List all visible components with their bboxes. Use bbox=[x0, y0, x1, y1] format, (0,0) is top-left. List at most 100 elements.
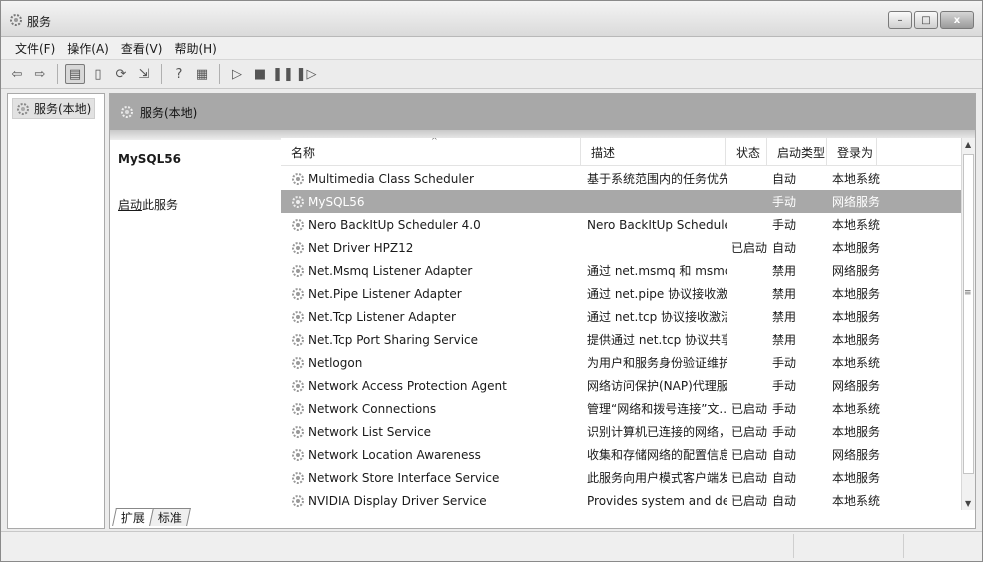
table-row[interactable]: Network Access Protection Agent 网络访问保护(NA… bbox=[281, 374, 961, 397]
minimize-button[interactable]: – bbox=[888, 11, 912, 29]
scroll-down-icon[interactable]: ▼ bbox=[965, 499, 971, 508]
table-row[interactable]: Network Location Awareness 收集和存储网络的配置信息..… bbox=[281, 443, 961, 466]
table-row[interactable]: Multimedia Class Scheduler 基于系统范围内的任务优先..… bbox=[281, 167, 961, 190]
toolbar: ⇦ ⇨ ▤ ▯ ⟳ ⇲ ? ▦ ▷ ■ ❚❚ ❚▷ bbox=[1, 59, 982, 89]
table-row[interactable]: Net.Pipe Listener Adapter 通过 net.pipe 协议接… bbox=[281, 282, 961, 305]
column-header-name[interactable]: 名称 ^ bbox=[281, 138, 581, 166]
cell-name: Nero BackItUp Scheduler 4.0 bbox=[291, 213, 581, 236]
cell-description: Nero BackItUp Scheduler ... bbox=[587, 217, 727, 232]
restart-icon[interactable]: ❚▷ bbox=[296, 64, 317, 84]
menu-bar: 文件(F) 操作(A) 查看(V) 帮助(H) bbox=[1, 37, 982, 59]
cell-logon-as: 网络服务 bbox=[832, 264, 881, 278]
status-segment bbox=[793, 534, 794, 558]
cell-name: Network Connections bbox=[291, 397, 581, 420]
cell-startup-type: 自动 bbox=[772, 494, 797, 508]
table-row[interactable]: Netlogon 为用户和服务身份验证维护... 手动 本地系统 bbox=[281, 351, 961, 374]
column-header-status[interactable]: 状态 bbox=[726, 138, 767, 166]
cell-description: Provides system and desk... bbox=[587, 493, 727, 508]
maximize-button[interactable]: □ bbox=[914, 11, 938, 29]
back-arrow-icon[interactable]: ⇦ bbox=[7, 64, 27, 84]
cell-status: 已启动 bbox=[731, 425, 767, 439]
refresh-icon[interactable]: ⟳ bbox=[111, 64, 131, 84]
forward-arrow-icon[interactable]: ⇨ bbox=[30, 64, 50, 84]
view-icon[interactable]: ▦ bbox=[192, 64, 212, 84]
column-header-description[interactable]: 描述 bbox=[581, 138, 726, 166]
services-window: 服务 – □ x 文件(F) 操作(A) 查看(V) 帮助(H) ⇦ ⇨ ▤ ▯… bbox=[0, 0, 983, 562]
cell-name: NVIDIA Display Driver Service bbox=[291, 489, 581, 510]
column-header-startup-type[interactable]: 启动类型 bbox=[767, 138, 827, 166]
menu-help[interactable]: 帮助(H) bbox=[168, 40, 222, 57]
stop-icon[interactable]: ■ bbox=[250, 64, 270, 84]
menu-action[interactable]: 操作(A) bbox=[61, 40, 115, 57]
cell-description: 通过 net.msmq 和 msmq.f... bbox=[587, 264, 727, 278]
start-service-link[interactable]: 启动此服务 bbox=[118, 196, 178, 213]
tree-item-services-local[interactable]: 服务(本地) bbox=[12, 98, 96, 119]
service-gear-icon bbox=[292, 425, 304, 438]
cell-startup-type: 禁用 bbox=[772, 287, 797, 301]
service-name: Multimedia Class Scheduler bbox=[308, 171, 474, 186]
tab-label: 标准 bbox=[157, 511, 182, 525]
cell-description: 网络访问保护(NAP)代理服务... bbox=[587, 379, 727, 393]
cell-startup-type: 手动 bbox=[772, 195, 797, 209]
cell-startup-type: 自动 bbox=[772, 471, 797, 485]
table-row[interactable]: Net.Tcp Port Sharing Service 提供通过 net.tcp… bbox=[281, 328, 961, 351]
service-name: NVIDIA Display Driver Service bbox=[308, 493, 487, 508]
cell-description: 此服务向用户模式客户端发... bbox=[587, 471, 727, 485]
properties-icon[interactable]: ▯ bbox=[88, 64, 108, 84]
toolbar-divider bbox=[57, 64, 58, 84]
service-name: Network Store Interface Service bbox=[308, 470, 500, 485]
console-tree: 服务(本地) bbox=[7, 93, 105, 529]
table-row[interactable]: Net Driver HPZ12 已启动 自动 本地服务 bbox=[281, 236, 961, 259]
table-row[interactable]: Net.Tcp Listener Adapter 通过 net.tcp 协议接收激… bbox=[281, 305, 961, 328]
menu-file[interactable]: 文件(F) bbox=[9, 40, 61, 57]
help-icon[interactable]: ? bbox=[169, 64, 189, 84]
service-name: Net Driver HPZ12 bbox=[308, 240, 414, 255]
service-gear-icon bbox=[292, 218, 304, 231]
status-bar bbox=[1, 531, 982, 561]
cell-status bbox=[731, 351, 767, 374]
service-gear-icon bbox=[292, 494, 304, 507]
cell-logon-as: 本地系统 bbox=[832, 172, 881, 186]
cell-logon-as: 本地系统 bbox=[832, 356, 881, 370]
service-gear-icon bbox=[292, 287, 304, 300]
cell-startup-type: 禁用 bbox=[772, 310, 797, 324]
service-gear-icon bbox=[292, 448, 304, 461]
cell-name: Multimedia Class Scheduler bbox=[291, 167, 581, 190]
tab-standard[interactable]: 标准 bbox=[149, 508, 191, 526]
table-row[interactable]: Network Connections 管理“网络和拨号连接”文... 已启动 手动 本… bbox=[281, 397, 961, 420]
cell-name: Net.Pipe Listener Adapter bbox=[291, 282, 581, 305]
table-row[interactable]: Network Store Interface Service 此服务向用户模式客… bbox=[281, 466, 961, 489]
cell-status bbox=[731, 374, 767, 397]
scroll-thumb[interactable] bbox=[963, 154, 974, 474]
play-icon[interactable]: ▷ bbox=[227, 64, 247, 84]
service-name: Net.Tcp Port Sharing Service bbox=[308, 332, 479, 347]
export-icon[interactable]: ⇲ bbox=[134, 64, 154, 84]
cell-description: 提供通过 net.tcp 协议共享 T... bbox=[587, 333, 727, 347]
service-detail-panel: MySQL56 启动此服务 bbox=[110, 140, 280, 510]
start-link-prefix[interactable]: 启动 bbox=[118, 198, 142, 212]
menu-view[interactable]: 查看(V) bbox=[115, 40, 169, 57]
tab-extended[interactable]: 扩展 bbox=[112, 508, 154, 526]
pause-icon[interactable]: ❚❚ bbox=[272, 64, 294, 84]
vertical-scrollbar[interactable]: ▲ ≡ ▼ bbox=[961, 138, 975, 510]
scroll-grip-icon: ≡ bbox=[964, 288, 972, 298]
table-row[interactable]: MySQL56 手动 网络服务 bbox=[281, 190, 961, 213]
cell-logon-as: 本地服务 bbox=[832, 241, 881, 255]
cell-name: Net Driver HPZ12 bbox=[291, 236, 581, 259]
service-gear-icon bbox=[292, 195, 304, 208]
close-button[interactable]: x bbox=[940, 11, 974, 29]
table-row[interactable]: Network List Service 识别计算机已连接的网络，... 已启动 手动… bbox=[281, 420, 961, 443]
cell-status: 已启动 bbox=[731, 471, 767, 485]
services-gear-icon bbox=[10, 14, 22, 26]
table-row[interactable]: Nero BackItUp Scheduler 4.0 Nero BackItUp… bbox=[281, 213, 961, 236]
start-link-suffix[interactable]: 此服务 bbox=[142, 198, 178, 212]
scroll-up-icon[interactable]: ▲ bbox=[965, 140, 971, 149]
column-header-logon-as[interactable]: 登录为 bbox=[827, 138, 877, 166]
cell-startup-type: 手动 bbox=[772, 402, 797, 416]
service-name: Netlogon bbox=[308, 355, 363, 370]
cell-description: 基于系统范围内的任务优先... bbox=[587, 172, 727, 186]
cell-description: 管理“网络和拨号连接”文... bbox=[587, 402, 727, 416]
table-row[interactable]: NVIDIA Display Driver Service Provides sy… bbox=[281, 489, 961, 510]
console-tree-icon[interactable]: ▤ bbox=[65, 64, 85, 84]
table-row[interactable]: Net.Msmq Listener Adapter 通过 net.msmq 和 m… bbox=[281, 259, 961, 282]
